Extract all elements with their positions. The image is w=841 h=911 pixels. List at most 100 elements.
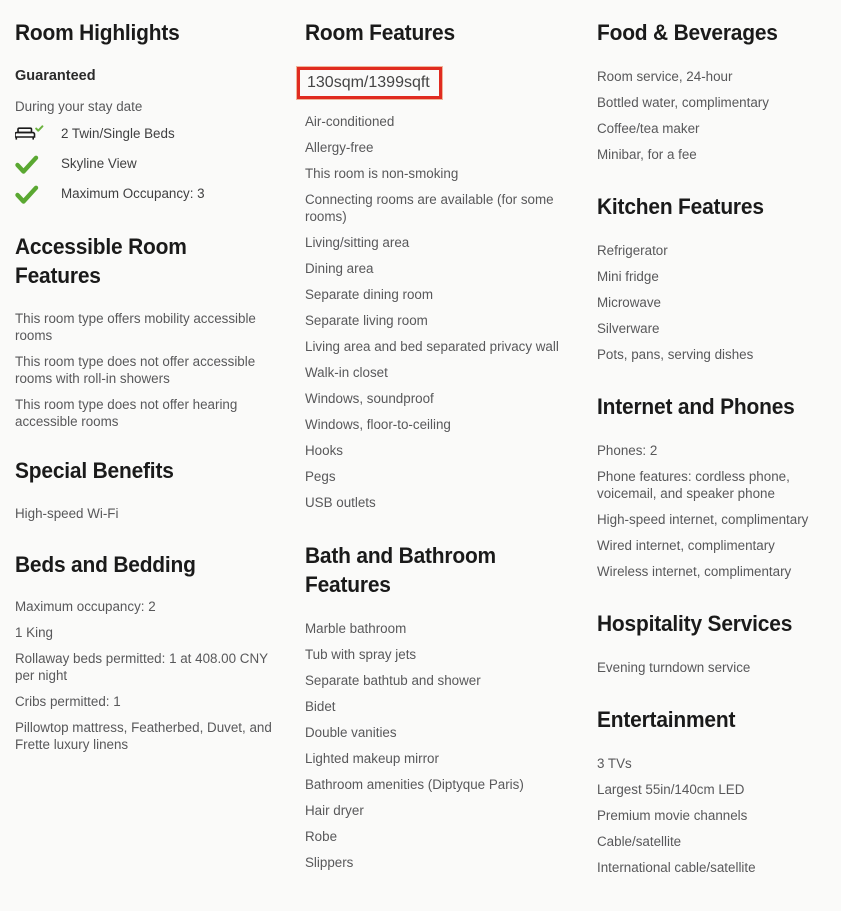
list-item: Connecting rooms are available (for some… (305, 192, 554, 224)
list-item: Living area and bed separated privacy wa… (305, 339, 559, 354)
list-item: Pots, pans, serving dishes (597, 347, 754, 362)
bed-check-icon (15, 124, 61, 143)
section-internet-and-phones: Internet and Phones Phones: 2 Phone feat… (597, 392, 833, 580)
list-item: Largest 55in/140cm LED (597, 782, 745, 797)
section-title-room-highlights: Room Highlights (15, 20, 180, 45)
list-item: 3 TVs (597, 756, 632, 771)
list-item: Lighted makeup mirror (305, 751, 439, 766)
section-accessible-room-features: Accessible Room Features This room type … (15, 232, 283, 430)
highlight-row-beds: 2 Twin/Single Beds (15, 124, 283, 146)
list-item: Windows, soundproof (305, 391, 434, 406)
list-item: Bottled water, complimentary (597, 95, 769, 110)
highlighted-room-size[interactable]: 130sqm/1399sqft (296, 66, 443, 100)
list-item: High-speed Wi-Fi (15, 506, 119, 521)
list-item: Separate living room (305, 313, 428, 328)
special-benefits-list: High-speed Wi-Fi (15, 505, 283, 522)
section-kitchen-features: Kitchen Features Refrigerator Mini fridg… (597, 192, 833, 363)
list-item: Maximum occupancy: 2 (15, 599, 156, 614)
list-item: Premium movie channels (597, 808, 748, 823)
room-features-list: Air-conditioned Allergy-free This room i… (305, 113, 575, 511)
section-title-accessible-room-features: Accessible Room Features (15, 234, 187, 288)
column-right: Food & Beverages Room service, 24-hour B… (585, 18, 841, 876)
section-food-and-beverages: Food & Beverages Room service, 24-hour B… (597, 18, 833, 163)
highlight-label-occupancy: Maximum Occupancy: 3 (61, 186, 205, 201)
list-item: Marble bathroom (305, 621, 407, 636)
section-title-entertainment: Entertainment (597, 707, 736, 732)
list-item: Refrigerator (597, 243, 668, 258)
section-special-benefits: Special Benefits High-speed Wi-Fi (15, 456, 283, 522)
bath-and-bathroom-features-list: Marble bathroom Tub with spray jets Sepa… (305, 620, 575, 871)
beds-and-bedding-list: Maximum occupancy: 2 1 King Rollaway bed… (15, 598, 283, 753)
list-item: Slippers (305, 855, 354, 870)
section-title-hospitality-services: Hospitality Services (597, 611, 793, 636)
list-item: Separate bathtub and shower (305, 673, 481, 688)
list-item: Minibar, for a fee (597, 147, 697, 162)
check-icon (15, 184, 61, 205)
entertainment-list: 3 TVs Largest 55in/140cm LED Premium mov… (597, 755, 833, 876)
list-item: Bathroom amenities (Diptyque Paris) (305, 777, 524, 792)
section-room-highlights: Room Highlights Guaranteed During your s… (15, 18, 283, 206)
section-title-food-and-beverages: Food & Beverages (597, 20, 778, 45)
column-middle: Room Features 130sqm/1399sqft Air-condit… (293, 18, 585, 871)
list-item: Living/sitting area (305, 235, 410, 250)
food-and-beverages-list: Room service, 24-hour Bottled water, com… (597, 68, 833, 163)
three-column-layout: Room Highlights Guaranteed During your s… (0, 18, 841, 876)
highlight-label-view: Skyline View (61, 156, 137, 171)
list-item: Hooks (305, 443, 343, 458)
list-item: USB outlets (305, 495, 376, 510)
list-item: International cable/satellite (597, 860, 756, 875)
list-item: High-speed internet, complimentary (597, 512, 809, 527)
section-title-kitchen-features: Kitchen Features (597, 194, 764, 219)
guaranteed-label: Guaranteed (15, 68, 96, 84)
section-hospitality-services: Hospitality Services Evening turndown se… (597, 609, 833, 676)
list-item: Coffee/tea maker (597, 121, 700, 136)
list-item: Pillowtop mattress, Featherbed, Duvet, a… (15, 720, 272, 752)
list-item: Wired internet, complimentary (597, 538, 775, 553)
list-item: Evening turndown service (597, 660, 751, 675)
list-item: Cribs permitted: 1 (15, 694, 121, 709)
section-title-room-features: Room Features (305, 20, 455, 45)
list-item: Wireless internet, complimentary (597, 564, 792, 579)
list-item: This room type offers mobility accessibl… (15, 311, 256, 343)
accessible-room-features-list: This room type offers mobility accessibl… (15, 310, 283, 430)
list-item: This room type does not offer accessible… (15, 354, 256, 386)
list-item: This room is non-smoking (305, 166, 459, 181)
list-item: Rollaway beds permitted: 1 at 408.00 CNY… (15, 651, 268, 683)
list-item: Bidet (305, 699, 336, 714)
list-item: Room service, 24-hour (597, 69, 733, 84)
list-item: Windows, floor-to-ceiling (305, 417, 451, 432)
list-item: Hair dryer (305, 803, 364, 818)
room-highlights-note-list: During your stay date (15, 98, 283, 115)
section-title-special-benefits: Special Benefits (15, 458, 174, 483)
list-item: Silverware (597, 321, 660, 336)
check-icon (15, 154, 61, 175)
section-beds-and-bedding: Beds and Bedding Maximum occupancy: 2 1 … (15, 550, 283, 753)
highlight-row-occupancy: Maximum Occupancy: 3 (15, 184, 283, 206)
list-item: Cable/satellite (597, 834, 682, 849)
list-item: Separate dining room (305, 287, 434, 302)
list-item: Air-conditioned (305, 114, 395, 129)
list-item: Mini fridge (597, 269, 659, 284)
section-bath-and-bathroom-features: Bath and Bathroom Features Marble bathro… (305, 541, 575, 871)
column-left: Room Highlights Guaranteed During your s… (0, 18, 293, 753)
section-entertainment: Entertainment 3 TVs Largest 55in/140cm L… (597, 705, 833, 876)
list-item: Phone features: cordless phone, voicemai… (597, 469, 790, 501)
section-title-beds-and-bedding: Beds and Bedding (15, 552, 196, 577)
section-title-internet-and-phones: Internet and Phones (597, 394, 795, 419)
list-item: Microwave (597, 295, 661, 310)
kitchen-features-list: Refrigerator Mini fridge Microwave Silve… (597, 242, 833, 363)
section-title-bath-and-bathroom-features: Bath and Bathroom Features (305, 543, 496, 597)
list-item: Double vanities (305, 725, 397, 740)
list-item: Phones: 2 (597, 443, 658, 458)
list-item: Tub with spray jets (305, 647, 417, 662)
highlight-row-view: Skyline View (15, 154, 283, 176)
list-item: 1 King (15, 625, 53, 640)
list-item: During your stay date (15, 99, 143, 114)
list-item: This room type does not offer hearing ac… (15, 397, 238, 429)
list-item: Pegs (305, 469, 336, 484)
list-item: Dining area (305, 261, 374, 276)
highlight-label-beds: 2 Twin/Single Beds (61, 126, 175, 141)
room-details-page: Room Highlights Guaranteed During your s… (0, 0, 841, 911)
internet-and-phones-list: Phones: 2 Phone features: cordless phone… (597, 442, 833, 580)
hospitality-services-list: Evening turndown service (597, 659, 833, 676)
